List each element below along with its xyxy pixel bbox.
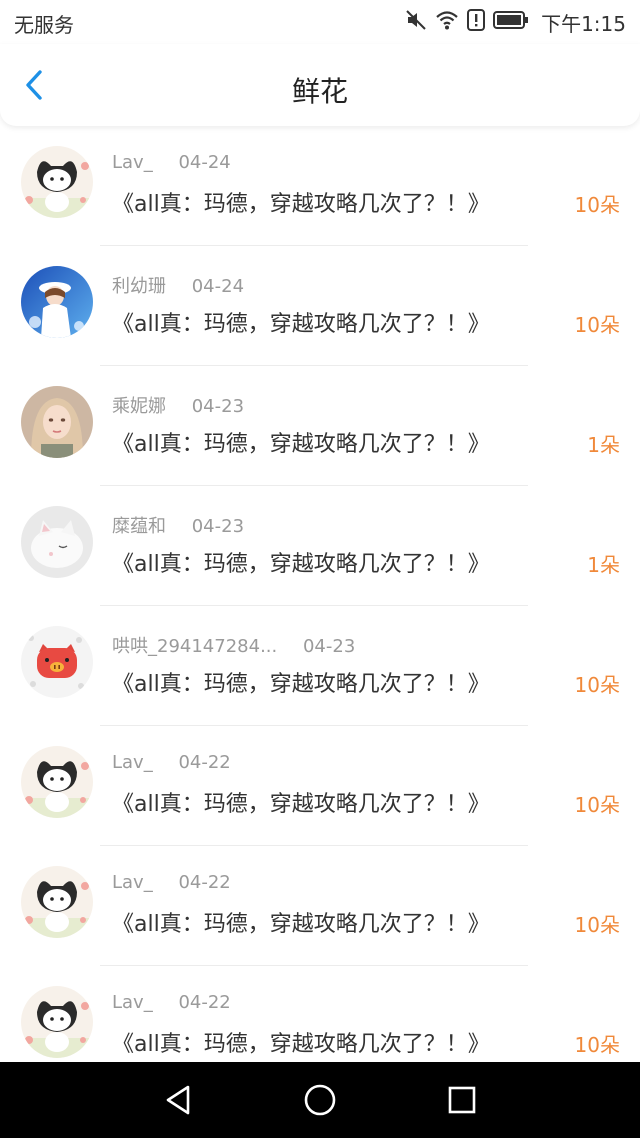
flower-count: 10朵 bbox=[574, 1033, 620, 1057]
item-title: 《all真：玛德，穿越攻略几次了？！》 bbox=[112, 912, 490, 937]
item-date: 04-22 bbox=[178, 872, 231, 893]
avatar bbox=[21, 386, 93, 458]
item-title: 《all真：玛德，穿越攻略几次了？！》 bbox=[112, 552, 490, 577]
user-name[interactable]: 糜蕴和 bbox=[112, 512, 166, 538]
status-bar: 无服务 下午1:15 bbox=[0, 0, 640, 44]
flower-count: 1朵 bbox=[587, 553, 620, 577]
cat-avatar bbox=[21, 146, 93, 218]
flower-count: 10朵 bbox=[574, 193, 620, 217]
user-name[interactable]: Lav_ bbox=[112, 872, 153, 893]
status-time: 下午1:15 bbox=[541, 11, 626, 36]
girl-photo-avatar bbox=[21, 386, 93, 458]
item-date: 04-24 bbox=[191, 276, 245, 297]
avatar bbox=[21, 626, 93, 698]
user-name[interactable]: Lav_ bbox=[112, 752, 153, 773]
status-icons: 下午1:15 bbox=[405, 7, 626, 37]
user-name[interactable]: Lav_ bbox=[112, 992, 153, 1013]
list-item[interactable]: Lav_ 04-22 《all真：玛德，穿越攻略几次了？！》 10朵 bbox=[0, 726, 640, 846]
user-name[interactable]: 利幼珊 bbox=[112, 272, 166, 298]
cat-avatar bbox=[21, 866, 93, 938]
back-triangle-icon bbox=[166, 1085, 190, 1115]
item-title: 《all真：玛德，穿越攻略几次了？！》 bbox=[112, 1032, 490, 1057]
cat-avatar bbox=[21, 746, 93, 818]
white-cat-avatar bbox=[21, 506, 93, 578]
flower-count: 10朵 bbox=[574, 913, 620, 937]
avatar bbox=[21, 746, 93, 818]
item-title: 《all真：玛德，穿越攻略几次了？！》 bbox=[112, 192, 490, 217]
mute-icon bbox=[405, 9, 427, 35]
avatar bbox=[21, 866, 93, 938]
flower-count: 1朵 bbox=[587, 433, 620, 457]
item-date: 04-22 bbox=[178, 992, 231, 1013]
item-date: 04-23 bbox=[302, 636, 356, 657]
nav-back-button[interactable] bbox=[160, 1082, 196, 1118]
wifi-icon bbox=[435, 9, 459, 35]
list-item[interactable]: Lav_ 04-24 《all真：玛德，穿越攻略几次了？！》 10朵 bbox=[0, 126, 640, 246]
list-item[interactable]: 利幼珊 04-24 《all真：玛德，穿越攻略几次了？！》 10朵 bbox=[0, 246, 640, 366]
user-name[interactable]: Lav_ bbox=[112, 152, 153, 173]
avatar bbox=[21, 506, 93, 578]
page-title: 鲜花 bbox=[291, 75, 348, 108]
list-item[interactable]: Lav_ 04-22 《all真：玛德，穿越攻略几次了？！》 10朵 bbox=[0, 966, 640, 1062]
avatar bbox=[21, 266, 93, 338]
avatar bbox=[21, 986, 93, 1058]
item-title: 《all真：玛德，穿越攻略几次了？！》 bbox=[112, 792, 490, 817]
girl-blue-avatar bbox=[21, 266, 93, 338]
flower-count: 10朵 bbox=[574, 313, 620, 337]
list-item[interactable]: Lav_ 04-22 《all真：玛德，穿越攻略几次了？！》 10朵 bbox=[0, 846, 640, 966]
user-name[interactable]: 乘妮娜 bbox=[112, 392, 166, 418]
item-date: 04-23 bbox=[191, 516, 245, 537]
battery-icon bbox=[493, 10, 529, 34]
cat-avatar bbox=[21, 986, 93, 1058]
alert-icon bbox=[467, 9, 486, 35]
item-title: 《all真：玛德，穿越攻略几次了？！》 bbox=[112, 432, 490, 457]
pig-avatar bbox=[21, 626, 93, 698]
home-circle-icon bbox=[304, 1084, 336, 1116]
user-name[interactable]: 哄哄_294147284... bbox=[112, 632, 277, 658]
recents-square-icon bbox=[448, 1086, 476, 1114]
item-date: 04-22 bbox=[178, 752, 231, 773]
flower-list: Lav_ 04-24 《all真：玛德，穿越攻略几次了？！》 10朵 利幼珊 0… bbox=[0, 126, 640, 1062]
item-title: 《all真：玛德，穿越攻略几次了？！》 bbox=[112, 312, 490, 337]
nav-home-button[interactable] bbox=[302, 1082, 338, 1118]
header-bar: 鲜花 bbox=[0, 44, 640, 126]
nav-recents-button[interactable] bbox=[444, 1082, 480, 1118]
carrier-label: 无服务 bbox=[14, 13, 74, 37]
list-item[interactable]: 哄哄_294147284... 04-23 《all真：玛德，穿越攻略几次了？！… bbox=[0, 606, 640, 726]
item-date: 04-23 bbox=[191, 396, 245, 417]
flower-count: 10朵 bbox=[574, 793, 620, 817]
avatar bbox=[21, 146, 93, 218]
list-item[interactable]: 乘妮娜 04-23 《all真：玛德，穿越攻略几次了？！》 1朵 bbox=[0, 366, 640, 486]
list-item[interactable]: 糜蕴和 04-23 《all真：玛德，穿越攻略几次了？！》 1朵 bbox=[0, 486, 640, 606]
system-nav-bar bbox=[0, 1062, 640, 1138]
flower-count: 10朵 bbox=[574, 673, 620, 697]
item-date: 04-24 bbox=[178, 152, 231, 173]
item-title: 《all真：玛德，穿越攻略几次了？！》 bbox=[112, 672, 490, 697]
